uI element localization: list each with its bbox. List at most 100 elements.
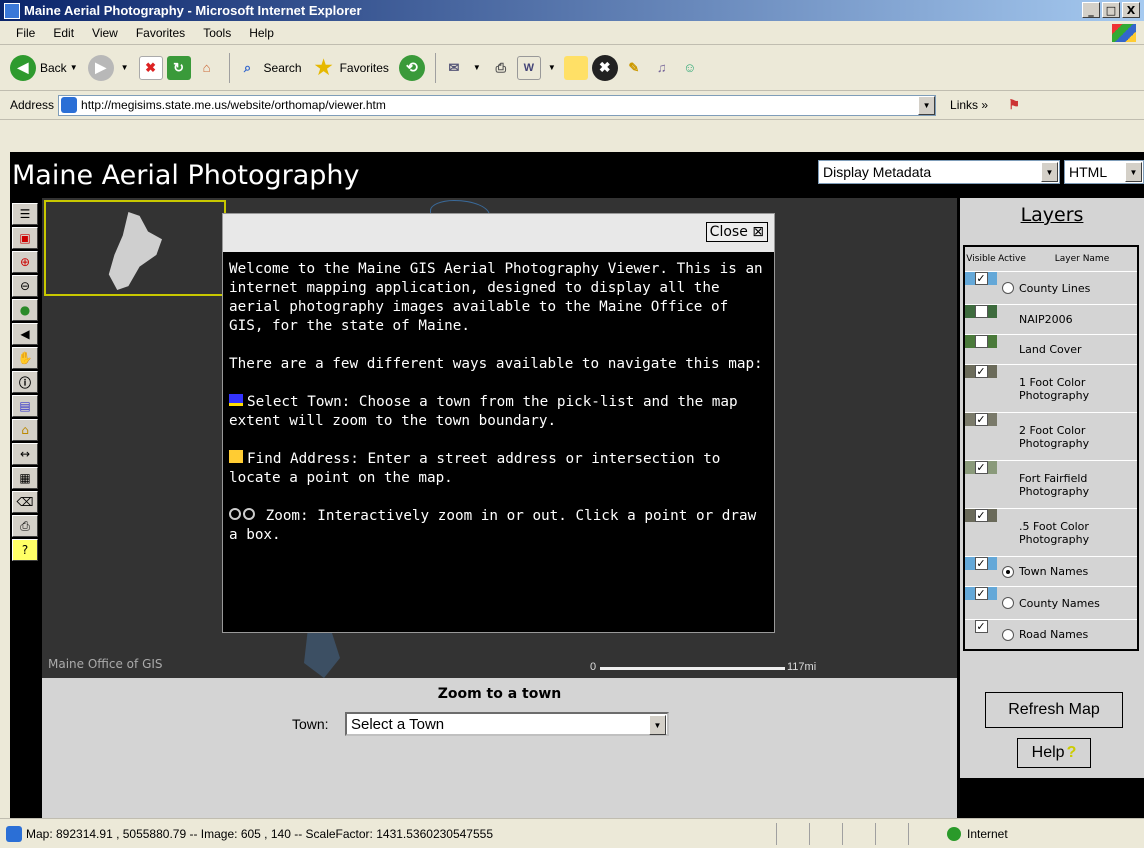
maximize-button[interactable]: □ [1102,2,1120,18]
measure-icon[interactable]: ↔ [12,443,38,465]
layer-active-radio[interactable] [1002,282,1014,294]
find-address-text: Find Address: Enter a street address or … [229,451,721,486]
layer-visible-checkbox[interactable] [974,305,988,318]
help-question-icon[interactable]: ? [12,539,38,561]
previous-extent-icon[interactable]: ◀ [12,323,38,345]
forward-arrow-icon: ▶ [87,54,114,81]
layer-name: NAIP2006 [1019,313,1073,326]
town-select[interactable]: Select a Town ▼ [345,712,669,736]
map-feature [304,628,340,678]
layer-visible-checkbox[interactable]: ✓ [974,272,988,285]
back-label: Back [40,60,67,75]
close-window-button[interactable]: X [1122,2,1140,18]
clear-selection-icon[interactable]: ⌫ [12,491,38,513]
chevron-down-icon: ▼ [1041,162,1058,182]
media-icon[interactable]: ♫ [650,56,674,80]
layer-active-cell [997,597,1019,609]
header-visible: Visible [966,254,996,264]
status-text: Map: 892314.91 , 5055880.79 -- Image: 60… [26,826,494,841]
layers-panel: Layers Visible Active Layer Name ✓ County… [960,198,1144,778]
mail-icon[interactable]: ✉ [442,56,466,80]
zoom-out-icon[interactable]: ⊖ [12,275,38,297]
layer-visible-checkbox[interactable]: ✓ [974,365,988,378]
select-icon[interactable]: ▦ [12,467,38,489]
layer-visible-checkbox[interactable]: ✓ [974,461,988,474]
toolbar-extension-icon[interactable]: ⚑ [1002,93,1026,117]
layer-active-radio[interactable] [1002,597,1014,609]
layers-title: Layers [1020,204,1084,226]
layer-visible-checkbox[interactable]: ✓ [974,509,988,522]
menu-view[interactable]: View [92,26,118,40]
layers-table: Visible Active Layer Name ✓ County Lines N… [963,245,1139,651]
help-button[interactable]: Help? [1017,738,1091,768]
menu-edit[interactable]: Edit [53,26,74,40]
home-icon[interactable]: ⌂ [195,56,219,80]
blocker-icon[interactable]: ✖ [591,54,618,81]
menu-help[interactable]: Help [249,26,274,40]
toggle-overview-icon[interactable]: ▣ [12,227,38,249]
refresh-map-button[interactable]: Refresh Map [985,692,1123,728]
format-select[interactable]: HTML ▼ [1064,160,1144,184]
pan-hand-icon[interactable]: ✋ [12,347,38,369]
history-icon[interactable]: ⟲ [398,54,425,81]
layer-active-radio[interactable] [1002,628,1014,641]
layer-visible-checkbox[interactable] [974,335,988,348]
layer-visible-cell: ✓ [965,557,997,570]
find-address-icon[interactable]: ⌂ [12,419,38,441]
page-title: Maine Aerial Photography [12,160,360,191]
status-cell [809,822,842,845]
messenger-icon[interactable]: ☺ [678,56,702,80]
select-town-icon [229,394,243,406]
layer-active-cell [997,565,1019,578]
metadata-select[interactable]: Display Metadata ▼ [818,160,1060,184]
layer-visible-checkbox[interactable]: ✓ [974,620,988,633]
layer-visible-checkbox[interactable]: ✓ [974,557,988,570]
toolbar-separator [434,52,436,83]
format-select-value: HTML [1069,164,1108,180]
identify-icon[interactable]: ⓘ [12,371,38,393]
close-dialog-button[interactable]: Close ⊠ [705,222,768,242]
back-button[interactable]: ◀ Back ▼ [10,54,78,81]
layer-visible-checkbox[interactable]: ✓ [974,587,988,600]
windows-logo-icon [1112,24,1136,42]
ways-text: There are a few different ways available… [229,356,763,372]
zoom-in-icon [229,508,241,520]
select-town-icon[interactable]: ▤ [12,395,38,417]
layer-active-radio[interactable] [1002,565,1014,578]
zoom-in-icon[interactable]: ⊕ [12,251,38,273]
favorites-button[interactable]: ★ Favorites [312,56,389,80]
full-extent-icon[interactable]: ● [12,299,38,321]
search-button[interactable]: ⌕ Search [236,56,302,80]
zoom-text: Zoom: Interactively zoom in or out. Clic… [229,508,757,543]
map-toolbar: ☰ ▣ ⊕ ⊖ ● ◀ ✋ ⓘ ▤ ⌂ ↔ ▦ ⌫ ⎙ ? [12,203,40,561]
refresh-icon[interactable]: ↻ [166,55,191,80]
layer-visible-cell [965,305,997,318]
stop-icon[interactable]: ✖ [138,55,163,80]
menu-tools[interactable]: Tools [203,26,231,40]
ie-app-icon [4,2,20,19]
toggle-legend-icon[interactable]: ☰ [12,203,38,225]
minimize-button[interactable]: _ [1082,2,1100,18]
menu-favorites[interactable]: Favorites [136,26,185,40]
menu-file[interactable]: File [16,26,35,40]
layer-name: .5 Foot Color Photography [1019,519,1090,546]
forward-button[interactable]: ▶ ▼ [87,54,129,81]
print-icon[interactable]: ⎙ [489,56,513,80]
research-icon[interactable]: ✎ [622,56,646,80]
window-title: Maine Aerial Photography - Microsoft Int… [24,3,362,18]
address-input[interactable]: http://megisims.state.me.us/website/orth… [58,94,937,116]
layer-active-cell [997,628,1019,641]
layer-row: ✓ Road Names [965,619,1137,649]
layer-visible-cell: ✓ [965,587,997,600]
notes-icon[interactable] [563,55,588,80]
overview-map[interactable] [44,200,226,296]
chevron-down-icon: ▼ [649,715,666,735]
address-dropdown-icon[interactable]: ▼ [918,95,936,115]
window-controls: _ □ X [1082,2,1140,18]
security-zone: Internet [947,826,1008,841]
layer-name: 2 Foot Color Photography [1019,423,1090,450]
print-map-icon[interactable]: ⎙ [12,515,38,537]
links-button[interactable]: Links » [950,98,988,112]
layer-visible-checkbox[interactable]: ✓ [974,413,988,426]
edit-word-icon[interactable]: W [516,55,541,80]
